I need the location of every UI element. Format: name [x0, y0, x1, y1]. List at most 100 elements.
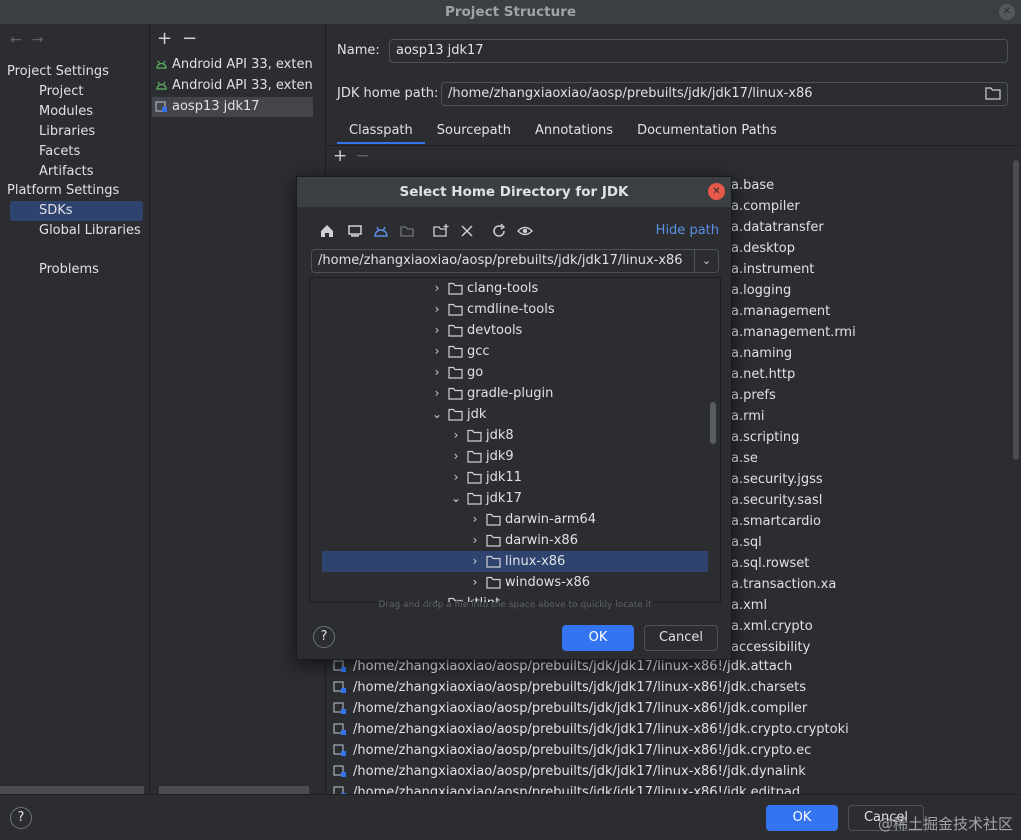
list-item[interactable]: /home/zhangxiaoxiao/aosp/prebuilts/jdk/j…	[333, 719, 849, 740]
tab-classpath[interactable]: Classpath	[337, 120, 425, 144]
tree-row[interactable]: › devtools	[322, 320, 708, 341]
tree-row[interactable]: ⌄ jdk	[322, 404, 708, 425]
chevron-right-icon[interactable]: ›	[468, 530, 482, 551]
chevron-right-icon[interactable]: ›	[430, 341, 444, 362]
list-item[interactable]: /home/zhangxiaoxiao/aosp/prebuilts/jdk/j…	[333, 677, 806, 698]
add-sdk-icon[interactable]: +	[157, 28, 182, 49]
jdk-home-path-field[interactable]: /home/zhangxiaoxiao/aosp/prebuilts/jdk/j…	[441, 82, 1008, 106]
remove-sdk-icon[interactable]: −	[182, 28, 207, 49]
chevron-right-icon[interactable]: ›	[449, 467, 463, 488]
dialog-cancel-button[interactable]: Cancel	[644, 625, 718, 651]
help-icon[interactable]: ?	[10, 807, 32, 829]
chevron-right-icon[interactable]: ›	[449, 446, 463, 467]
nav-item-global-libraries[interactable]: Global Libraries	[10, 221, 143, 241]
tree-row[interactable]: ⌄ jdk17	[322, 488, 708, 509]
list-item[interactable]: a.rmi	[731, 406, 856, 427]
tree-row[interactable]: › jdk11	[322, 467, 708, 488]
dialog-path-combobox[interactable]: /home/zhangxiaoxiao/aosp/prebuilts/jdk/j…	[311, 249, 719, 273]
chevron-right-icon[interactable]: ›	[430, 320, 444, 341]
list-item[interactable]: a.xml	[731, 595, 856, 616]
tab-sourcepath[interactable]: Sourcepath	[425, 120, 523, 144]
sdk-item-android-api-33-a[interactable]: Android API 33, extension level 3 Platfo…	[152, 55, 313, 75]
chevron-right-icon[interactable]: ›	[468, 551, 482, 572]
tree-vertical-scrollbar[interactable]	[710, 402, 716, 444]
list-item[interactable]: a.net.http	[731, 364, 856, 385]
chevron-right-icon[interactable]: ›	[430, 383, 444, 404]
home-icon[interactable]	[319, 223, 335, 239]
list-item[interactable]: a.xml.crypto	[731, 616, 856, 637]
tree-row[interactable]: › cmdline-tools	[322, 299, 708, 320]
list-item[interactable]: a.instrument	[731, 259, 856, 280]
nav-item-sdks[interactable]: SDKs	[10, 201, 143, 221]
nav-item-project[interactable]: Project	[10, 82, 143, 102]
dialog-help-icon[interactable]: ?	[313, 626, 335, 648]
tree-row[interactable]: › windows-x86	[322, 572, 708, 593]
list-item[interactable]: a.desktop	[731, 238, 856, 259]
nav-item-modules[interactable]: Modules	[10, 102, 143, 122]
tree-row[interactable]: › darwin-arm64	[322, 509, 708, 530]
tree-row[interactable]: › jdk8	[322, 425, 708, 446]
list-item[interactable]: a.logging	[731, 280, 856, 301]
chevron-down-icon[interactable]: ⌄	[694, 250, 718, 272]
ok-button[interactable]: OK	[766, 805, 838, 831]
list-item[interactable]: /home/zhangxiaoxiao/aosp/prebuilts/jdk/j…	[333, 698, 807, 719]
add-path-icon[interactable]: +	[333, 146, 355, 166]
chevron-down-icon[interactable]: ⌄	[449, 488, 463, 509]
tree-row[interactable]: › gradle-plugin	[322, 383, 708, 404]
tree-row[interactable]: › gcc	[322, 341, 708, 362]
hide-path-link[interactable]: Hide path	[656, 223, 719, 238]
chevron-right-icon[interactable]: ›	[449, 425, 463, 446]
desktop-icon[interactable]	[347, 223, 363, 239]
nav-item-libraries[interactable]: Libraries	[10, 122, 143, 142]
chevron-down-icon[interactable]: ⌄	[430, 404, 444, 425]
nav-item-problems[interactable]: Problems	[10, 260, 143, 280]
list-item[interactable]: a.sql	[731, 532, 856, 553]
list-item[interactable]: a.security.sasl	[731, 490, 856, 511]
tab-annotations[interactable]: Annotations	[523, 120, 625, 144]
list-item[interactable]: /home/zhangxiaoxiao/aosp/prebuilts/jdk/j…	[333, 740, 811, 761]
list-item[interactable]: a.scripting	[731, 427, 856, 448]
list-item[interactable]: a.base	[731, 175, 856, 196]
chevron-right-icon[interactable]: ›	[430, 362, 444, 383]
list-item[interactable]: a.security.jgss	[731, 469, 856, 490]
list-item[interactable]: a.se	[731, 448, 856, 469]
delete-icon[interactable]	[459, 223, 475, 239]
list-item[interactable]: a.datatransfer	[731, 217, 856, 238]
list-item[interactable]: a.prefs	[731, 385, 856, 406]
nav-item-artifacts[interactable]: Artifacts	[10, 162, 143, 182]
sdk-name-field[interactable]: aosp13 jdk17	[389, 39, 1008, 63]
forward-arrow-icon[interactable]: →	[32, 32, 54, 48]
new-folder-icon[interactable]	[433, 223, 449, 239]
close-icon[interactable]: ✕	[708, 183, 725, 200]
chevron-right-icon[interactable]: ›	[468, 509, 482, 530]
back-arrow-icon[interactable]: ←	[10, 32, 32, 48]
sdk-item-aosp13-jdk17[interactable]: aosp13 jdk17	[152, 97, 313, 117]
list-item[interactable]: a.smartcardio	[731, 511, 856, 532]
show-hidden-icon[interactable]	[517, 223, 533, 239]
tree-row[interactable]: › darwin-x86	[322, 530, 708, 551]
chevron-right-icon[interactable]: ›	[430, 278, 444, 299]
tab-documentation-paths[interactable]: Documentation Paths	[625, 120, 789, 144]
list-item[interactable]: a.management	[731, 301, 856, 322]
list-item[interactable]: accessibility	[731, 637, 856, 658]
nav-item-facets[interactable]: Facets	[10, 142, 143, 162]
tree-row[interactable]: › jdk9	[322, 446, 708, 467]
project-icon[interactable]	[373, 223, 389, 239]
classpath-vertical-scrollbar[interactable]	[1013, 160, 1019, 460]
list-item[interactable]: /home/zhangxiaoxiao/aosp/prebuilts/jdk/j…	[333, 761, 806, 782]
list-item[interactable]: a.management.rmi	[731, 322, 856, 343]
module-icon[interactable]	[399, 223, 415, 239]
dialog-ok-button[interactable]: OK	[562, 625, 634, 651]
list-item[interactable]: a.naming	[731, 343, 856, 364]
browse-folder-icon[interactable]	[985, 86, 1001, 100]
sdk-list-horizontal-scrollbar[interactable]	[159, 786, 309, 794]
sdk-item-android-api-33-b[interactable]: Android API 33, extension level 3 Platfo…	[152, 76, 313, 96]
chevron-right-icon[interactable]: ›	[430, 299, 444, 320]
list-item[interactable]: a.transaction.xa	[731, 574, 856, 595]
list-item[interactable]: a.sql.rowset	[731, 553, 856, 574]
list-item[interactable]: a.compiler	[731, 196, 856, 217]
refresh-icon[interactable]	[491, 223, 507, 239]
window-close-icon[interactable]: ✕	[999, 4, 1015, 20]
list-item[interactable]: /home/zhangxiaoxiao/aosp/prebuilts/jdk/j…	[333, 782, 800, 794]
remove-path-icon[interactable]: −	[355, 146, 377, 166]
